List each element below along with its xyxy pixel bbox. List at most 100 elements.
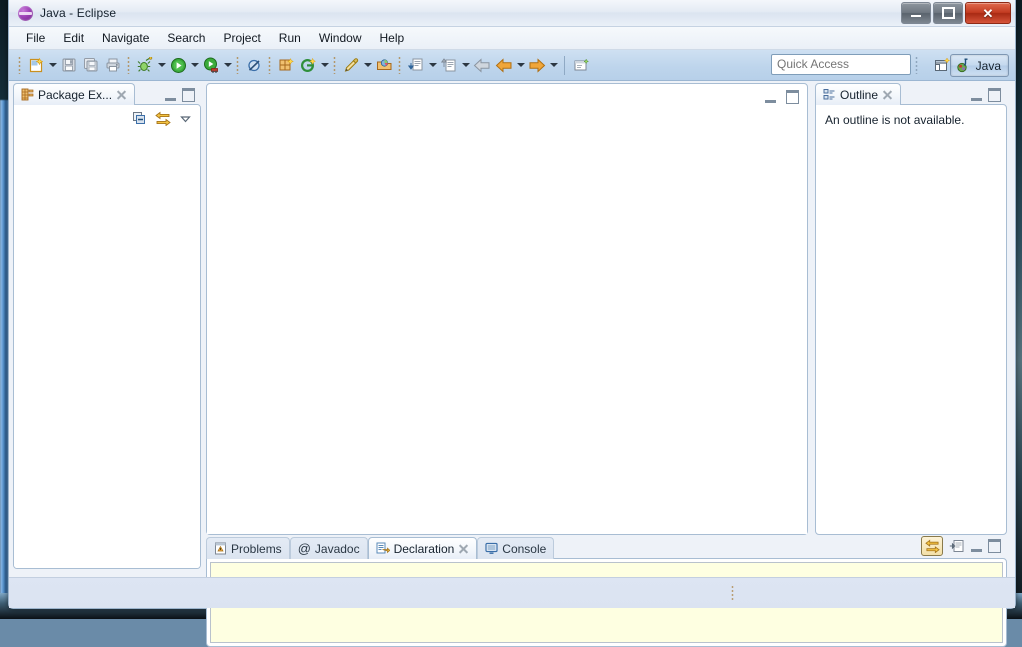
toolbar-grip-3[interactable]	[236, 56, 240, 74]
save-icon[interactable]	[58, 54, 80, 76]
toolbar-right-grip[interactable]	[915, 56, 919, 74]
package-explorer-icon	[21, 88, 34, 101]
print-icon[interactable]	[102, 54, 124, 76]
minimize-icon[interactable]	[971, 540, 982, 552]
run-icon[interactable]	[167, 54, 189, 76]
menu-search[interactable]: Search	[158, 28, 214, 48]
open-type-icon[interactable]	[373, 54, 395, 76]
toolbar-grip-2[interactable]	[127, 56, 131, 74]
package-explorer-view: Package Ex...	[13, 83, 201, 569]
back-history-dropdown-icon[interactable]	[515, 54, 526, 76]
perspective-java-label: Java	[975, 58, 1001, 73]
close-icon[interactable]	[882, 89, 893, 100]
window-restore-button[interactable]	[933, 2, 963, 24]
toggle-mark-occurrences-icon[interactable]	[570, 54, 592, 76]
new-java-package-icon[interactable]	[275, 54, 297, 76]
menu-edit[interactable]: Edit	[54, 28, 93, 48]
outline-body: An outline is not available.	[815, 104, 1007, 535]
quick-access-input[interactable]	[771, 54, 911, 75]
view-menu-icon[interactable]	[179, 112, 192, 125]
perspective-java-button[interactable]: Java	[949, 54, 1009, 77]
status-bar	[9, 577, 1015, 608]
status-bar-grip[interactable]	[731, 585, 735, 601]
window-controls: ✕	[901, 2, 1011, 24]
toolbar-grip-6[interactable]	[398, 56, 402, 74]
close-icon: ✕	[982, 5, 994, 21]
tab-outline-label: Outline	[840, 87, 879, 102]
tab-package-explorer-label: Package Ex...	[38, 87, 113, 102]
outline-message: An outline is not available.	[825, 113, 965, 127]
workbench-area: Package Ex... Outline An outline is not …	[9, 81, 1015, 647]
maximize-icon[interactable]	[786, 90, 799, 104]
close-icon[interactable]	[116, 89, 127, 100]
package-explorer-view-controls	[165, 88, 201, 105]
bottom-panel-controls	[921, 536, 1007, 559]
new-annotation-icon[interactable]	[340, 54, 362, 76]
previous-annotation-icon[interactable]	[438, 54, 460, 76]
tab-package-explorer[interactable]: Package Ex...	[13, 83, 136, 105]
maximize-icon[interactable]	[988, 539, 1001, 553]
package-explorer-tree[interactable]	[14, 131, 200, 568]
back-history-icon[interactable]	[493, 54, 515, 76]
menu-run[interactable]: Run	[270, 28, 310, 48]
tab-javadoc-label: Javadoc	[314, 541, 360, 556]
debug-dropdown-icon[interactable]	[156, 54, 167, 76]
new-java-class-dropdown-icon[interactable]	[319, 54, 330, 76]
run-external-tools-icon[interactable]	[200, 54, 222, 76]
window-title: Java - Eclipse	[40, 6, 117, 20]
bottom-panel-tabbar: Problems @ Javadoc Declaration Console	[206, 536, 1007, 559]
tab-problems[interactable]: Problems	[206, 537, 290, 559]
maximize-icon[interactable]	[988, 88, 1001, 102]
new-annotation-dropdown-icon[interactable]	[362, 54, 373, 76]
menu-project[interactable]: Project	[214, 28, 269, 48]
pin-view-icon[interactable]	[949, 539, 965, 554]
previous-annotation-dropdown-icon[interactable]	[460, 54, 471, 76]
editor-area[interactable]	[206, 83, 808, 535]
menu-navigate[interactable]: Navigate	[93, 28, 158, 48]
tab-problems-label: Problems	[231, 541, 282, 556]
toolbar-grip-4[interactable]	[268, 56, 272, 74]
run-dropdown-icon[interactable]	[189, 54, 200, 76]
close-icon[interactable]	[458, 543, 469, 554]
window-minimize-button[interactable]	[901, 2, 931, 24]
next-annotation-dropdown-icon[interactable]	[427, 54, 438, 76]
new-wizard-dropdown-icon[interactable]	[47, 54, 58, 76]
link-with-editor-icon[interactable]	[155, 111, 171, 126]
skip-breakpoints-icon[interactable]	[243, 54, 265, 76]
menu-bar: File Edit Navigate Search Project Run Wi…	[9, 27, 1015, 50]
window-title-bar: Java - Eclipse ✕	[9, 0, 1015, 27]
tab-outline[interactable]: Outline	[815, 83, 902, 105]
next-annotation-icon[interactable]	[405, 54, 427, 76]
minimize-icon[interactable]	[165, 89, 176, 101]
save-all-icon[interactable]	[80, 54, 102, 76]
back-icon[interactable]	[471, 54, 493, 76]
menu-window[interactable]: Window	[310, 28, 371, 48]
link-with-selection-icon[interactable]	[921, 536, 943, 556]
declaration-icon	[376, 542, 390, 555]
tab-console[interactable]: Console	[477, 537, 555, 559]
javadoc-at-icon: @	[297, 541, 311, 556]
menu-file[interactable]: File	[17, 28, 54, 48]
editor-content[interactable]	[207, 108, 807, 534]
new-wizard-icon[interactable]	[25, 54, 47, 76]
console-icon	[485, 542, 498, 555]
forward-dropdown-icon[interactable]	[548, 54, 559, 76]
menu-help[interactable]: Help	[371, 28, 414, 48]
minimize-icon[interactable]	[971, 89, 982, 101]
tab-javadoc[interactable]: @ Javadoc	[289, 537, 368, 559]
restore-icon[interactable]	[765, 91, 776, 103]
outline-tabbar: Outline	[815, 83, 1007, 105]
tab-declaration[interactable]: Declaration	[367, 537, 478, 559]
outline-icon	[823, 88, 836, 101]
collapse-all-icon[interactable]	[132, 111, 147, 126]
forward-icon[interactable]	[526, 54, 548, 76]
maximize-icon[interactable]	[182, 88, 195, 102]
new-java-class-icon[interactable]	[297, 54, 319, 76]
toolbar-grip[interactable]	[18, 56, 22, 74]
toolbar-grip-5[interactable]	[333, 56, 337, 74]
editor-area-controls	[765, 90, 799, 104]
run-external-dropdown-icon[interactable]	[222, 54, 233, 76]
debug-icon[interactable]	[134, 54, 156, 76]
tab-declaration-label: Declaration	[393, 541, 455, 556]
window-close-button[interactable]: ✕	[965, 2, 1011, 24]
